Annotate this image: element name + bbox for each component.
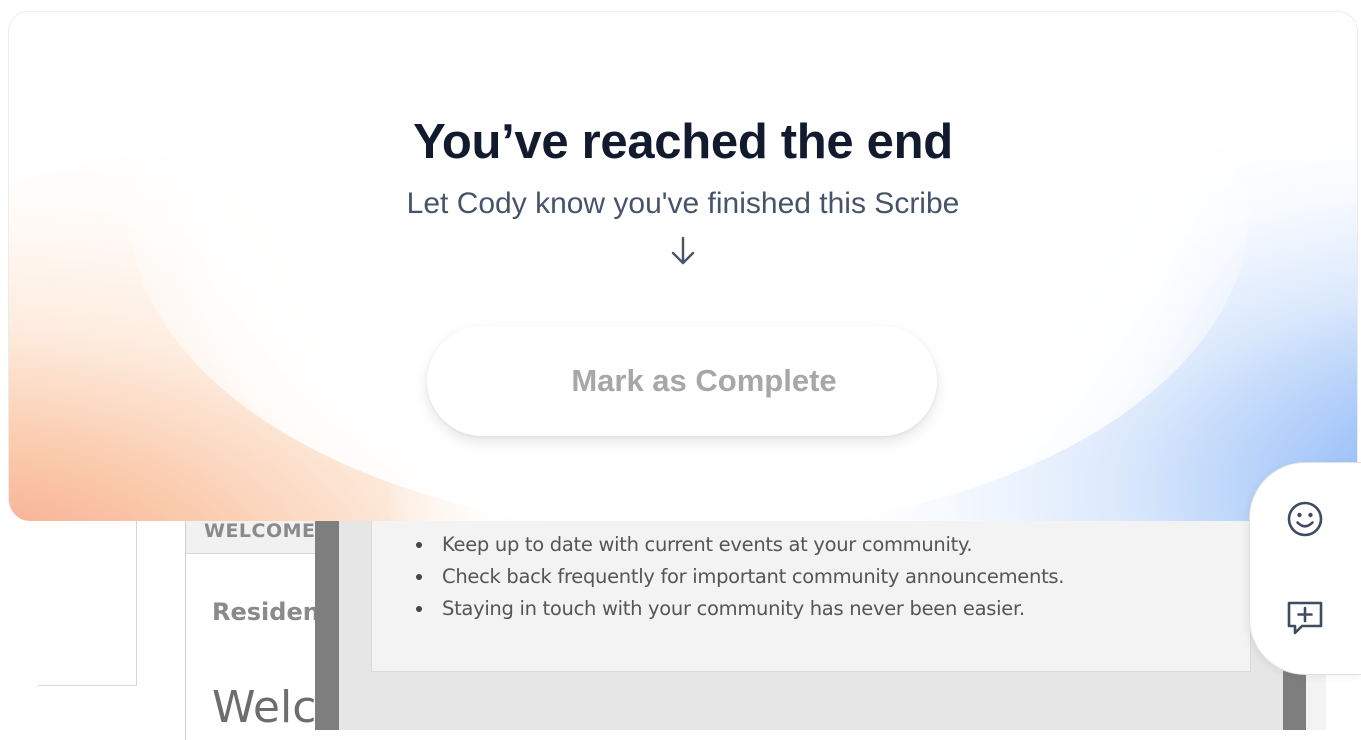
mark-as-complete-label: Mark as Complete xyxy=(571,363,837,398)
list-item: Keep up to date with current events at y… xyxy=(415,531,1064,563)
background-tab-label: WELCOME xyxy=(204,520,316,542)
list-item: Staying in touch with your community has… xyxy=(415,595,1064,627)
mark-as-complete-button[interactable]: Mark as Complete xyxy=(427,326,937,436)
add-comment-button[interactable] xyxy=(1280,593,1330,643)
smiley-face-icon xyxy=(1287,501,1323,537)
reaction-button[interactable] xyxy=(1280,494,1330,544)
end-title: You’ve reached the end xyxy=(413,115,953,169)
background-bullet-list: Keep up to date with current events at y… xyxy=(415,531,1064,627)
list-item: Check back frequently for important comm… xyxy=(415,563,1064,595)
end-of-scribe-card: You’ve reached the end Let Cody know you… xyxy=(8,11,1358,521)
end-subtitle: Let Cody know you've finished this Scrib… xyxy=(406,187,960,220)
side-action-bar xyxy=(1249,462,1361,675)
arrow-down-icon xyxy=(671,236,695,265)
add-comment-icon xyxy=(1287,601,1323,635)
